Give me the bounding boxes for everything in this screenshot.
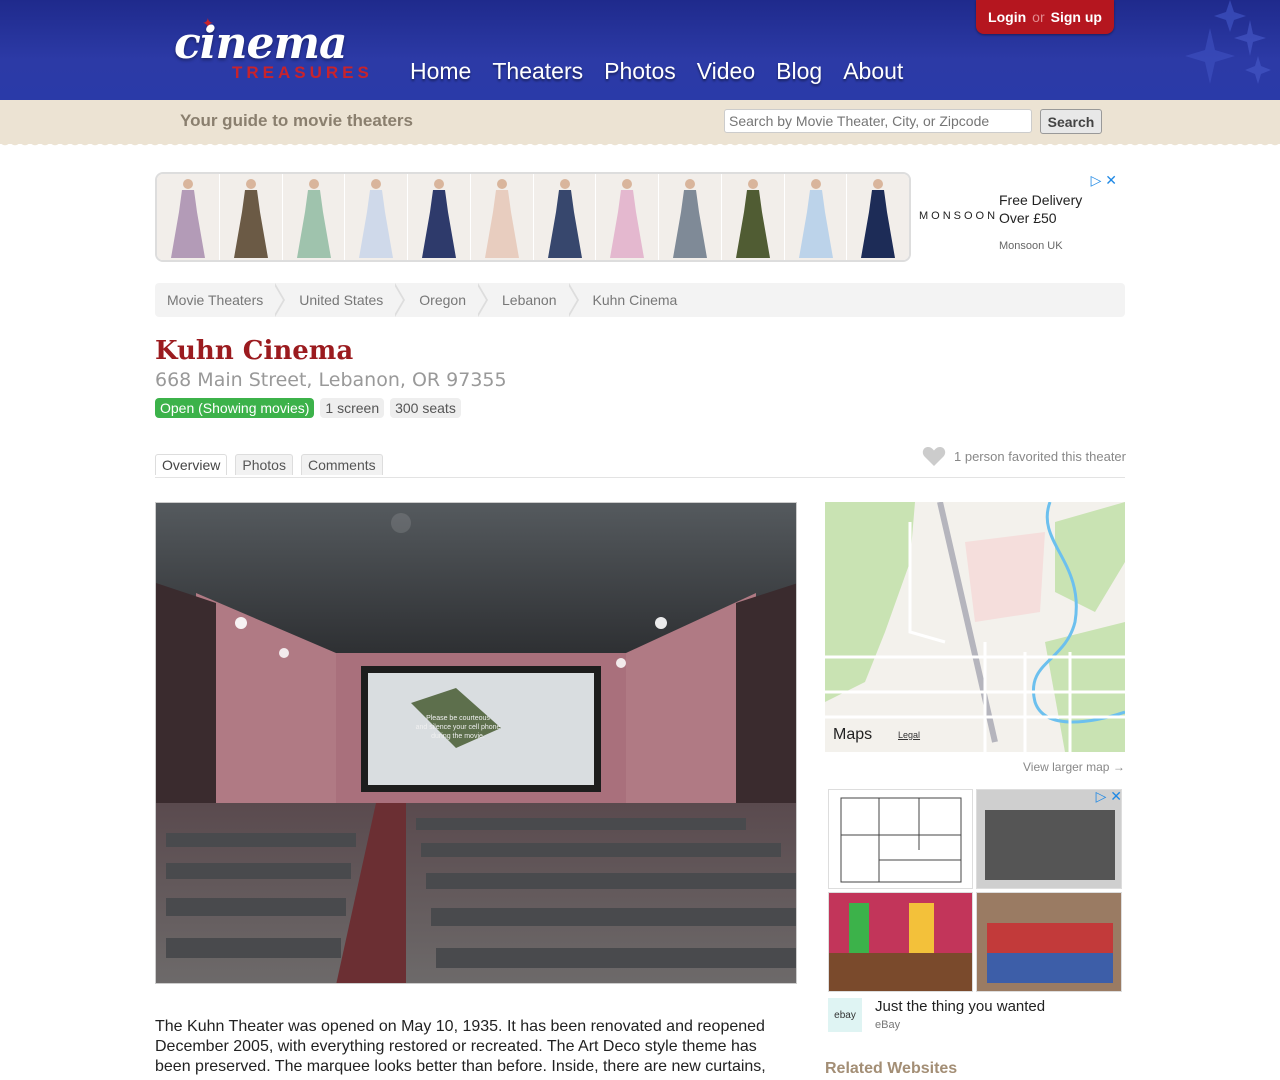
ad-headline-2: Over £50 [999, 210, 1057, 226]
ad-dress-thumbnail[interactable] [659, 174, 721, 260]
maps-logo: Maps [833, 726, 872, 744]
ad-dress-thumbnail[interactable] [847, 174, 909, 260]
dress-icon [359, 179, 394, 258]
auth-box: Login or Sign up [976, 0, 1114, 34]
ad-shop-photo[interactable] [976, 892, 1122, 992]
dress-icon [861, 179, 896, 258]
dress-icon [171, 179, 205, 258]
ad-dress-thumbnail[interactable] [721, 174, 784, 260]
ad-dress-thumbnail[interactable] [345, 174, 407, 260]
ad-room-photo[interactable] [828, 892, 973, 992]
theater-photo[interactable]: Please be courteous and silence your cel… [155, 502, 797, 984]
dress-icon [422, 179, 456, 258]
screen-text-line-3: during the movie. [431, 733, 485, 740]
favorite-info: 1 person favorited this theater [922, 445, 1126, 467]
screen-text-line-1: Please be courteous [426, 715, 490, 722]
tagline: Your guide to movie theaters [180, 111, 414, 130]
dress-icon [735, 179, 770, 258]
ad-dress-thumbnail[interactable] [219, 174, 282, 260]
breadcrumb-movie-theaters[interactable]: Movie Theaters [155, 283, 287, 317]
breadcrumb-oregon[interactable]: Oregon [407, 283, 490, 317]
favorite-count: 1 person favorited this theater [954, 448, 1126, 464]
theater-tabs: Overview Photos Comments [155, 454, 383, 475]
ad-dress-thumbnail[interactable] [784, 174, 847, 260]
tab-photos[interactable]: Photos [235, 454, 293, 475]
search-input[interactable] [724, 109, 1032, 133]
screen-text-line-2: and silence your cell phone [416, 724, 501, 731]
ad-dress-thumbnail[interactable] [533, 174, 596, 260]
ad-headline-1: Free Delivery [999, 192, 1083, 208]
login-link[interactable]: Login [988, 9, 1026, 25]
room-photo-icon [829, 893, 972, 991]
tab-comments[interactable]: Comments [300, 454, 383, 475]
nav-theaters[interactable]: Theaters [492, 58, 583, 85]
theater-description: The Kuhn Theater was opened on May 10, 1… [155, 1018, 766, 1075]
search-button[interactable]: Search [1040, 109, 1102, 134]
nav-about[interactable]: About [843, 58, 903, 85]
ad-source: Monsoon UK [999, 240, 1063, 252]
main-nav: Home Theaters Photos Video Blog About [410, 58, 924, 85]
side-adchoices-icon[interactable]: ▷ ✕ [1096, 788, 1122, 805]
dress-icon [233, 179, 268, 258]
shop-photo-icon [977, 893, 1121, 991]
map-image [825, 502, 1125, 752]
ad-dress-thumbnail[interactable] [157, 174, 219, 260]
nav-video[interactable]: Video [697, 58, 755, 85]
screens-badge: 1 screen [320, 398, 385, 418]
heart-icon[interactable] [922, 445, 946, 467]
auditorium-image: Please be courteous and silence your cel… [156, 503, 796, 983]
nav-home[interactable]: Home [410, 58, 471, 85]
page-title: Kuhn Cinema [155, 336, 354, 366]
adchoices-icon[interactable]: ▷ ✕ [1091, 172, 1117, 189]
floorplan-icon [840, 797, 962, 883]
side-ad-source: eBay [875, 1019, 901, 1031]
breadcrumb-united-states[interactable]: United States [287, 283, 407, 317]
ad-dress-thumbnail[interactable] [470, 174, 533, 260]
dress-icon [798, 179, 833, 258]
tab-overview[interactable]: Overview [155, 454, 228, 475]
theater-address: 668 Main Street, Lebanon, OR 97355 [155, 369, 507, 391]
auth-separator: or [1032, 9, 1045, 25]
scallop-edge [0, 140, 1280, 150]
maps-legal-link[interactable]: Legal [898, 730, 920, 740]
dress-icon [296, 179, 331, 258]
ebay-logo: ebay [828, 998, 862, 1032]
dress-icon [673, 179, 707, 258]
breadcrumb: Movie Theaters United States Oregon Leba… [155, 283, 1125, 317]
logo-subtext: TREASURES [232, 63, 373, 82]
signup-link[interactable]: Sign up [1051, 9, 1102, 25]
ad-floorplan-image[interactable] [828, 789, 973, 889]
related-websites-heading: Related Websites [825, 1060, 958, 1077]
side-ad-title: Just the thing you wanted [875, 998, 1046, 1015]
ad-dress-thumbnail[interactable] [282, 174, 345, 260]
status-badge: Open (Showing movies) [155, 398, 315, 418]
theater-badges: Open (Showing movies) 1 screen 300 seats [155, 398, 461, 418]
site-logo[interactable]: ✦ cinema TREASURES [174, 15, 384, 88]
tab-divider [155, 477, 1125, 478]
dress-icon [610, 179, 645, 258]
ad-dress-thumbnail[interactable] [596, 174, 658, 260]
breadcrumb-lebanon[interactable]: Lebanon [490, 283, 581, 317]
site-header: ✦ cinema TREASURES Home Theaters Photos … [0, 0, 1280, 100]
nav-photos[interactable]: Photos [604, 58, 676, 85]
ad-dress-thumbnail[interactable] [408, 174, 470, 260]
maps-logo-text: Maps [833, 726, 873, 743]
dress-icon [484, 179, 519, 258]
view-larger-map-link[interactable]: View larger map → [1023, 760, 1125, 774]
seats-badge: 300 seats [390, 398, 461, 418]
breadcrumb-current: Kuhn Cinema [592, 292, 678, 308]
logo-text: cinema [174, 18, 348, 69]
ad-thumbnails[interactable] [155, 172, 911, 262]
side-ad[interactable]: ▷ ✕ ebay Just the thing you wanted eBay [826, 788, 1124, 1038]
ad-brand: MONSOON [919, 210, 999, 222]
theater-map[interactable]: Maps Legal [825, 502, 1125, 752]
top-ad[interactable]: MONSOON Free Delivery Over £50 Monsoon U… [155, 172, 1125, 262]
nav-blog[interactable]: Blog [776, 58, 822, 85]
dress-icon [547, 179, 582, 258]
stars-decoration-icon [1185, 0, 1271, 84]
